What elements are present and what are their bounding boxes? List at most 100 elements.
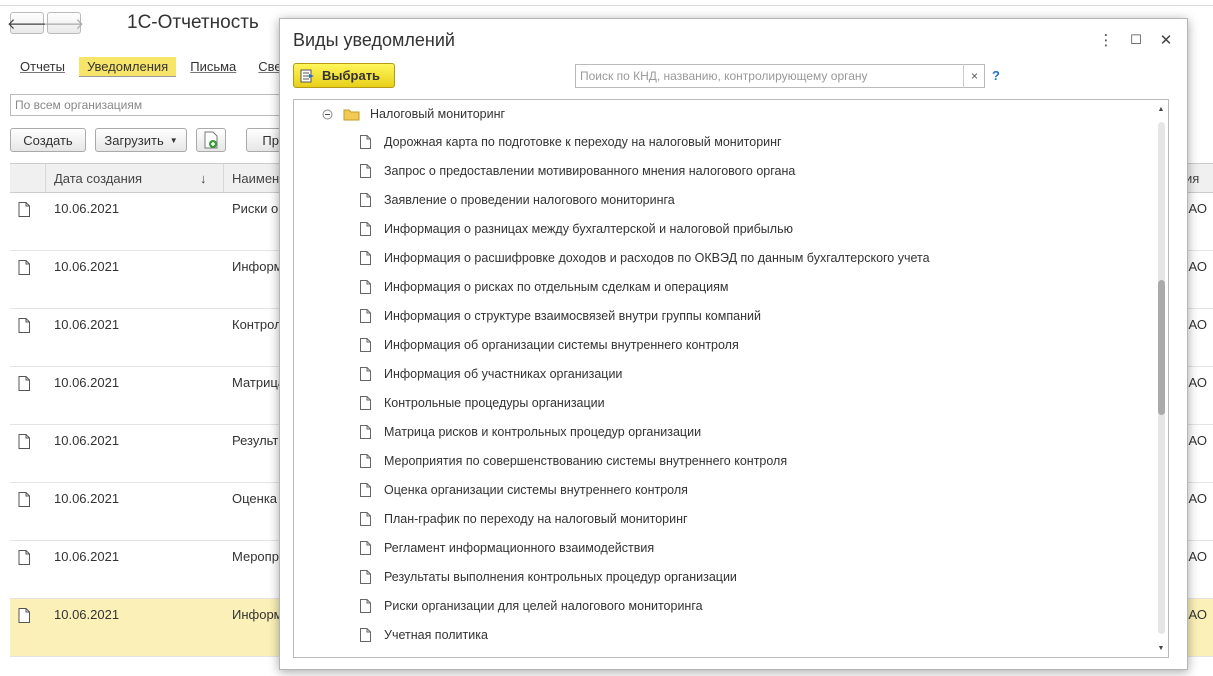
- tab-notifications[interactable]: Уведомления: [78, 57, 177, 77]
- tree-item[interactable]: Информация о структуре взаимосвязей внут…: [360, 306, 761, 326]
- document-icon: [360, 599, 371, 613]
- tree-item-label: Дорожная карта по подготовке к переходу …: [384, 135, 782, 149]
- tree-item-label: Информация о рисках по отдельным сделкам…: [384, 280, 729, 294]
- document-icon: [18, 608, 30, 623]
- column-name[interactable]: Наимен: [232, 171, 279, 186]
- tree-item[interactable]: Информация об участниках организации: [360, 364, 622, 384]
- clear-search-button[interactable]: ×: [963, 64, 985, 88]
- tree-item-label: Учетная политика: [384, 628, 488, 642]
- row-name: Контрол: [232, 317, 282, 332]
- maximize-icon[interactable]: ☐: [1127, 31, 1145, 49]
- section-tabs: Отчеты Уведомления Письма Све: [12, 57, 296, 77]
- document-icon: [360, 251, 371, 265]
- tree-item-label: Информация об участниках организации: [384, 367, 623, 381]
- select-button[interactable]: Выбрать: [293, 63, 395, 88]
- document-icon: [360, 135, 371, 149]
- tree-item-label: Заявление о проведении налогового монито…: [384, 193, 675, 207]
- scroll-down-icon[interactable]: ▼: [1154, 641, 1168, 655]
- tree-item[interactable]: Информация о расшифровке доходов и расхо…: [360, 248, 930, 268]
- row-name: Матрица: [232, 375, 286, 390]
- dropdown-arrow-icon: ▼: [169, 135, 178, 145]
- help-button[interactable]: ?: [988, 66, 1004, 84]
- document-icon: [18, 434, 30, 449]
- row-date: 10.06.2021: [54, 317, 120, 332]
- document-icon: [360, 338, 371, 352]
- tree-item-label: Информация о структуре взаимосвязей внут…: [384, 309, 761, 323]
- scroll-thumb[interactable]: [1158, 280, 1165, 415]
- dialog-title: Виды уведомлений: [293, 30, 455, 50]
- row-date: 10.06.2021: [54, 375, 120, 390]
- tab-letters[interactable]: Письма: [182, 57, 244, 77]
- tree-group-tax-monitoring[interactable]: Налоговый мониторинг: [322, 107, 505, 121]
- tree-item-label: Матрица рисков и контрольных процедур ор…: [384, 425, 702, 439]
- arrow-right-icon: 🡒: [43, 15, 85, 33]
- document-icon: [360, 280, 371, 294]
- tree-item[interactable]: Оценка организации системы внутреннего к…: [360, 480, 688, 500]
- collapse-icon[interactable]: [322, 109, 333, 120]
- column-separator: [223, 164, 224, 192]
- scroll-up-icon[interactable]: ▲: [1154, 102, 1168, 116]
- back-button[interactable]: 🡐: [7, 12, 47, 34]
- row-name: Результ: [232, 433, 279, 448]
- tree-item[interactable]: Регламент информационного взаимодействия: [360, 538, 654, 558]
- row-name: Информ: [232, 607, 283, 622]
- document-icon: [360, 367, 371, 381]
- tree-item[interactable]: Мероприятия по совершенствованию системы…: [360, 451, 787, 471]
- row-organization: АО: [1188, 201, 1208, 216]
- tree-item[interactable]: Информация об организации системы внутре…: [360, 335, 739, 355]
- document-icon: [18, 318, 30, 333]
- tree-item[interactable]: Результаты выполнения контрольных процед…: [360, 567, 737, 587]
- tree-item-label: Запрос о предоставлении мотивированного …: [384, 164, 796, 178]
- document-icon: [18, 492, 30, 507]
- tree-item-label: Оценка организации системы внутреннего к…: [384, 483, 688, 497]
- row-organization: АО: [1188, 259, 1208, 274]
- row-date: 10.06.2021: [54, 201, 120, 216]
- row-organization: АО: [1188, 607, 1208, 622]
- row-date: 10.06.2021: [54, 433, 120, 448]
- tree-item[interactable]: Матрица рисков и контрольных процедур ор…: [360, 422, 701, 442]
- load-label: Загрузить: [104, 132, 164, 148]
- tree-item[interactable]: Риски организации для целей налогового м…: [360, 596, 703, 616]
- add-file-icon: [204, 131, 218, 149]
- row-date: 10.06.2021: [54, 259, 120, 274]
- tab-reports[interactable]: Отчеты: [12, 57, 73, 77]
- tree-item[interactable]: Заявление о проведении налогового монито…: [360, 190, 675, 210]
- create-button[interactable]: Создать: [10, 128, 86, 152]
- document-icon: [360, 454, 371, 468]
- tree-item[interactable]: Информация о рисках по отдельным сделкам…: [360, 277, 728, 297]
- document-icon: [360, 222, 371, 236]
- tree-item[interactable]: Дорожная карта по подготовке к переходу …: [360, 132, 782, 152]
- tree-item-label: План-график по переходу на налоговый мон…: [384, 512, 688, 526]
- add-file-button[interactable]: [196, 128, 226, 152]
- organization-filter[interactable]: По всем организациям: [10, 94, 290, 116]
- document-icon: [360, 541, 371, 555]
- document-icon: [360, 483, 371, 497]
- tree-item[interactable]: План-график по переходу на налоговый мон…: [360, 509, 688, 529]
- document-icon: [18, 202, 30, 217]
- row-name: Риски о: [232, 201, 279, 216]
- column-date[interactable]: Дата создания: [54, 171, 142, 186]
- more-menu-icon[interactable]: ⋮: [1097, 31, 1115, 49]
- tree-item[interactable]: Информация о разницах между бухгалтерско…: [360, 219, 793, 239]
- load-button[interactable]: Загрузить ▼: [95, 128, 187, 152]
- row-organization: АО: [1188, 491, 1208, 506]
- select-icon: [300, 69, 314, 82]
- row-organization: АО: [1188, 317, 1208, 332]
- document-icon: [360, 512, 371, 526]
- top-divider: [0, 5, 1213, 6]
- notification-types-dialog: Виды уведомлений ⋮ ☐ ✕ Выбрать Поиск по …: [279, 18, 1188, 670]
- close-icon[interactable]: ✕: [1157, 31, 1175, 49]
- search-input[interactable]: Поиск по КНД, названию, контролирующему …: [575, 64, 985, 88]
- document-icon: [18, 550, 30, 565]
- tree-item[interactable]: Учетная политика: [360, 625, 488, 645]
- column-separator: [45, 164, 46, 192]
- tree-scrollbar[interactable]: ▲ ▼: [1154, 100, 1168, 657]
- tree-item[interactable]: Контрольные процедуры организации: [360, 393, 605, 413]
- forward-button[interactable]: 🡒: [43, 12, 85, 34]
- row-date: 10.06.2021: [54, 549, 120, 564]
- row-organization: АО: [1188, 433, 1208, 448]
- tree-item-label: Мероприятия по совершенствованию системы…: [384, 454, 788, 468]
- folder-icon: [343, 109, 360, 120]
- tree-item[interactable]: Запрос о предоставлении мотивированного …: [360, 161, 795, 181]
- document-icon: [360, 570, 371, 584]
